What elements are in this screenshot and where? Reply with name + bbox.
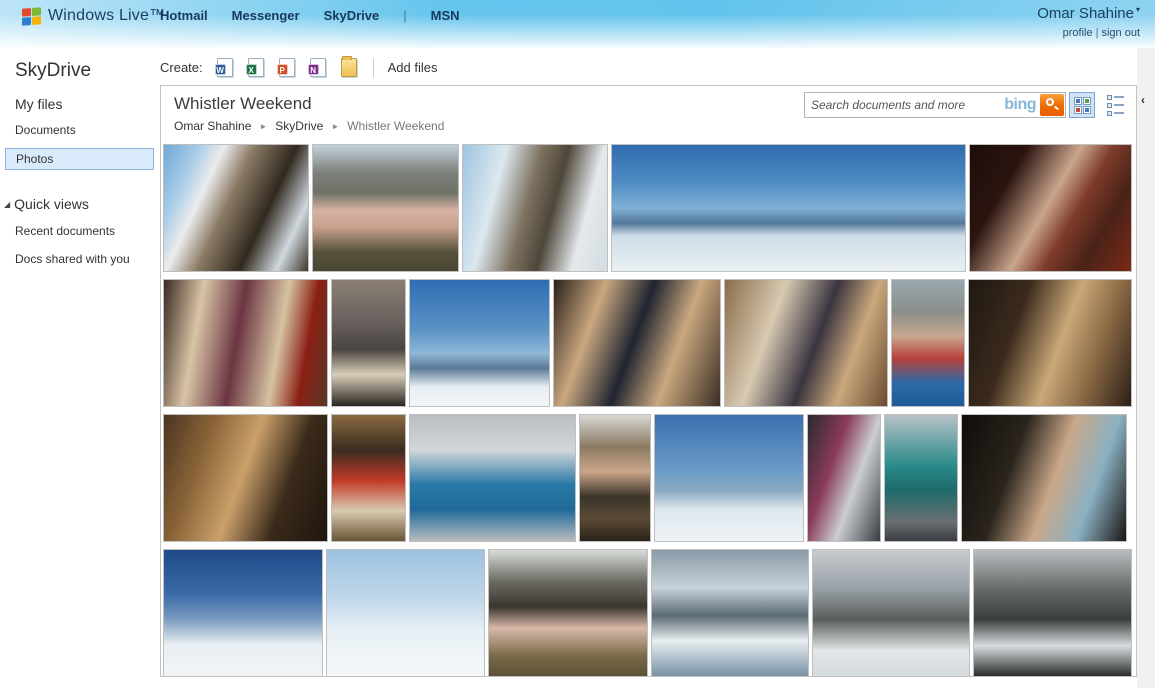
photo-grid: [163, 144, 1136, 684]
search-button[interactable]: [1040, 94, 1064, 116]
photo-holding-dvd-case[interactable]: [724, 279, 888, 407]
content-panel: Whistler Weekend Omar Shahine ► SkyDrive ► W…: [160, 85, 1137, 677]
profile-link[interactable]: profile: [1063, 27, 1093, 39]
user-area: Omar Shahine▾ profile|sign out: [1037, 5, 1140, 39]
photo-row: [163, 279, 1136, 407]
thumbnail-view-icon: [1074, 97, 1091, 114]
sidebar-item-docs-shared[interactable]: Docs shared with you: [0, 250, 160, 268]
breadcrumb-item: Whistler Weekend: [347, 119, 444, 133]
sidebar-item-recent-documents[interactable]: Recent documents: [0, 222, 160, 240]
nav-item-messenger[interactable]: Messenger: [232, 8, 300, 23]
photo-blue-vista[interactable]: [409, 279, 550, 407]
top-header: Windows Live™ Hotmail Messenger SkyDrive | M…: [0, 0, 1155, 48]
user-links: profile|sign out: [1037, 27, 1140, 39]
user-name: Omar Shahine: [1037, 5, 1134, 22]
nav-separator: |: [403, 8, 406, 23]
view-toggles: [1069, 92, 1128, 118]
sidebar-section-quick-views[interactable]: ◢ Quick views: [4, 196, 160, 212]
sidebar-item-documents[interactable]: Documents: [0, 120, 160, 140]
toolbar-divider: [373, 59, 374, 77]
photo-snow-slope-haze[interactable]: [326, 549, 485, 677]
list-view-button[interactable]: [1102, 92, 1128, 118]
expander-triangle-icon: ◢: [4, 200, 10, 209]
user-links-separator: |: [1096, 27, 1099, 39]
photo-blue-ridge-panorama[interactable]: [163, 549, 323, 677]
sidebar-title: SkyDrive: [15, 60, 160, 82]
photo-blue-jacket-windy[interactable]: [409, 414, 576, 542]
page-title: Whistler Weekend: [174, 94, 312, 114]
photo-cliff-mist[interactable]: [462, 144, 608, 272]
breadcrumb-item[interactable]: SkyDrive: [275, 119, 323, 133]
photo-cloudy-snow-bowl[interactable]: [651, 549, 809, 677]
nav-item-msn[interactable]: MSN: [431, 8, 460, 23]
word-document-icon[interactable]: W: [217, 58, 233, 77]
sidebar: SkyDrive My files Documents Photos ◢ Qui…: [0, 48, 160, 688]
photo-warm-room-portrait[interactable]: [163, 414, 328, 542]
photo-row: [163, 144, 1136, 272]
thumbnail-view-button[interactable]: [1069, 92, 1095, 118]
powerpoint-presentation-icon-badge: P: [277, 64, 288, 75]
top-nav: Hotmail Messenger SkyDrive | MSN: [160, 8, 460, 23]
collapse-pane-chevron-icon[interactable]: ‹: [1141, 95, 1145, 105]
photo-chin-on-hand[interactable]: [968, 279, 1132, 407]
right-gutter: ‹: [1137, 48, 1155, 688]
photo-row: [163, 414, 1136, 542]
nav-item-skydrive[interactable]: SkyDrive: [324, 8, 380, 23]
photo-teal-jacket-road[interactable]: [884, 414, 958, 542]
photo-row: [163, 549, 1136, 677]
sidebar-item-my-files[interactable]: My files: [15, 96, 160, 112]
user-menu[interactable]: Omar Shahine▾: [1037, 5, 1140, 23]
panel-header: Whistler Weekend Omar Shahine ► SkyDrive ► W…: [161, 86, 1136, 144]
search-input[interactable]: [805, 94, 1004, 116]
breadcrumb-item[interactable]: Omar Shahine: [174, 119, 251, 133]
breadcrumb: Omar Shahine ► SkyDrive ► Whistler Weekend: [174, 119, 444, 133]
powerpoint-presentation-icon[interactable]: P: [279, 58, 295, 77]
photo-portrait-maroon-shirt[interactable]: [969, 144, 1132, 272]
photo-helmet-selfie-girl[interactable]: [312, 144, 459, 272]
brand-label: Windows Live™: [48, 7, 165, 25]
photo-fur-hat-guy[interactable]: [579, 414, 651, 542]
photo-misty-treed-peak[interactable]: [812, 549, 970, 677]
photo-long-hair-soda-can[interactable]: [553, 279, 721, 407]
sign-out-link[interactable]: sign out: [1101, 27, 1140, 39]
onenote-notebook-icon[interactable]: N: [310, 58, 326, 77]
bing-logo: bing: [1004, 96, 1036, 114]
breadcrumb-arrow-icon: ►: [331, 122, 339, 131]
user-menu-caret-icon: ▾: [1136, 5, 1140, 14]
create-toolbar: Create: W X P N Add files: [160, 58, 438, 77]
excel-workbook-icon[interactable]: X: [248, 58, 264, 77]
excel-workbook-icon-badge: X: [246, 64, 257, 75]
photo-girl-reading[interactable]: [331, 279, 406, 407]
photo-asleep-in-car[interactable]: [961, 414, 1127, 542]
photo-gondola-cable-view[interactable]: [973, 549, 1132, 677]
photo-sunglasses-helmet-selfie[interactable]: [488, 549, 648, 677]
quick-views-label: Quick views: [14, 196, 89, 212]
photo-couch-maroon-sweater[interactable]: [163, 279, 328, 407]
breadcrumb-arrow-icon: ►: [259, 122, 267, 131]
windows-live-brand[interactable]: Windows Live™: [22, 7, 165, 25]
photo-mountain-panorama[interactable]: [611, 144, 966, 272]
magnifier-icon: [1046, 98, 1054, 106]
onenote-notebook-icon-badge: N: [308, 64, 319, 75]
create-label: Create:: [160, 60, 203, 75]
photo-vista-from-summit[interactable]: [654, 414, 804, 542]
nav-item-hotmail[interactable]: Hotmail: [160, 8, 208, 23]
search-box: bing: [804, 92, 1066, 118]
photo-red-scarf-smile[interactable]: [891, 279, 965, 407]
skydrive-page: Windows Live™ Hotmail Messenger SkyDrive | M…: [0, 0, 1155, 688]
folder-icon[interactable]: [341, 58, 357, 77]
list-view-icon: [1107, 95, 1124, 116]
photo-getting-out-of-car[interactable]: [807, 414, 881, 542]
sidebar-item-photos[interactable]: Photos: [5, 148, 154, 170]
photo-cooking-red-jacket[interactable]: [331, 414, 406, 542]
windows-live-flag-icon: [22, 7, 41, 25]
word-document-icon-badge: W: [215, 64, 226, 75]
create-icons: WXPN: [217, 58, 357, 77]
add-files-button[interactable]: Add files: [388, 60, 438, 75]
photo-rocky-peak-snow[interactable]: [163, 144, 309, 272]
